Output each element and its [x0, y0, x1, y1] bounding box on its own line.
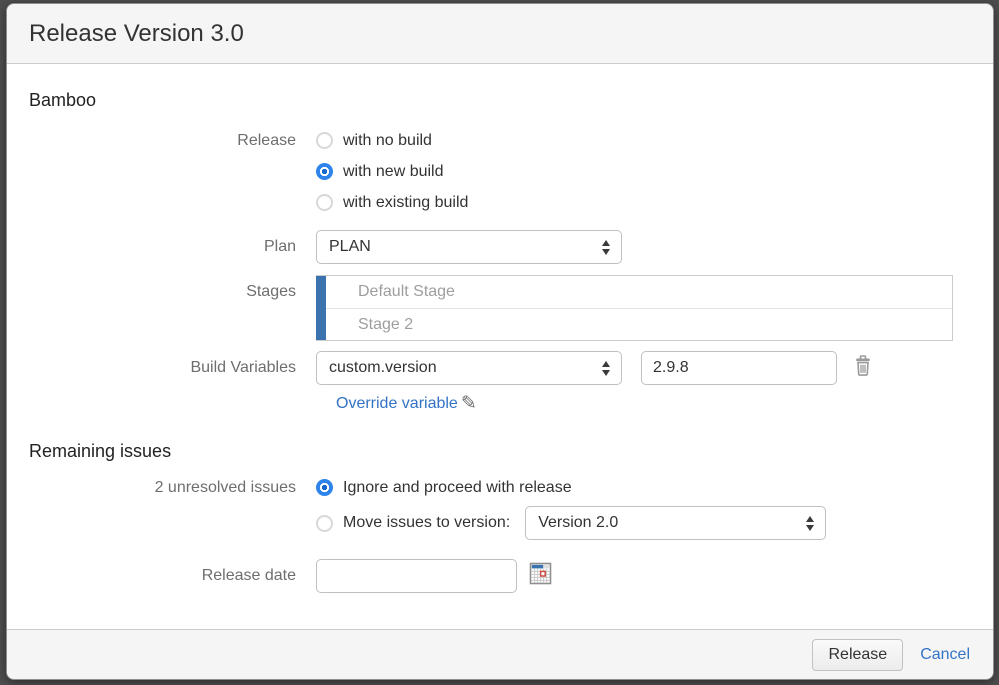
radio-checked-icon[interactable] — [316, 479, 333, 496]
trash-icon — [852, 354, 874, 378]
variable-name-value: custom.version — [329, 359, 437, 377]
remaining-issues-heading: Remaining issues — [29, 441, 993, 462]
dialog-title: Release Version 3.0 — [29, 20, 244, 48]
pencil-icon: ✎ — [461, 394, 477, 413]
chevron-up-down-icon — [602, 361, 610, 376]
radio-icon[interactable] — [316, 132, 333, 149]
radio-checked-icon[interactable] — [316, 163, 333, 180]
stage-progress-bar — [316, 276, 326, 340]
stages-label: Stages — [7, 275, 316, 308]
release-date-row: Release date — [7, 559, 993, 593]
release-version-dialog: Release Version 3.0 Bamboo Release with … — [6, 3, 994, 680]
release-type-row: Release with no build with new build wit… — [7, 125, 993, 218]
plan-select[interactable]: PLAN — [316, 230, 622, 264]
stage-row-default: Default Stage — [326, 276, 952, 308]
bamboo-section-heading: Bamboo — [29, 90, 993, 111]
override-variable-row: Override variable ✎ — [7, 394, 993, 413]
unresolved-issues-row: 2 unresolved issues Ignore and proceed w… — [7, 472, 993, 543]
radio-label: with existing build — [343, 194, 468, 212]
plan-label: Plan — [7, 230, 316, 264]
calendar-icon — [529, 562, 552, 585]
unresolved-options: Ignore and proceed with release Move iss… — [316, 472, 826, 543]
override-variable-link[interactable]: Override variable — [336, 395, 458, 413]
unresolved-issues-label: 2 unresolved issues — [7, 472, 316, 503]
plan-row: Plan PLAN — [7, 230, 993, 264]
release-date-label: Release date — [7, 559, 316, 593]
dialog-body: Bamboo Release with no build with new bu… — [7, 64, 993, 629]
radio-with-new-build[interactable]: with new build — [316, 156, 468, 187]
build-variables-row: Build Variables custom.version — [7, 351, 993, 385]
radio-label: with no build — [343, 132, 432, 150]
variable-value-input[interactable] — [641, 351, 837, 385]
release-type-options: with no build with new build with existi… — [316, 125, 468, 218]
chevron-up-down-icon — [602, 240, 610, 255]
calendar-picker-button[interactable] — [529, 562, 552, 590]
stage-rows: Default Stage Stage 2 — [326, 276, 952, 340]
radio-label: with new build — [343, 163, 444, 181]
release-date-input[interactable] — [316, 559, 517, 593]
release-button[interactable]: Release — [812, 639, 903, 671]
radio-move-issues-row: Move issues to version: Version 2.0 — [316, 503, 826, 543]
radio-label: Move issues to version: — [343, 514, 510, 532]
radio-label: Ignore and proceed with release — [343, 479, 572, 497]
cancel-link[interactable]: Cancel — [920, 646, 970, 664]
variable-name-select[interactable]: custom.version — [316, 351, 622, 385]
radio-move-issues[interactable] — [316, 515, 333, 532]
plan-select-value: PLAN — [329, 238, 371, 256]
dialog-header: Release Version 3.0 — [7, 4, 993, 64]
delete-variable-button[interactable] — [852, 354, 874, 383]
build-variables-label: Build Variables — [7, 351, 316, 385]
chevron-up-down-icon — [806, 516, 814, 531]
stage-row-2: Stage 2 — [326, 308, 952, 340]
stage-list: Default Stage Stage 2 — [316, 275, 953, 341]
dialog-footer: Release Cancel — [7, 629, 993, 679]
radio-with-no-build[interactable]: with no build — [316, 125, 468, 156]
move-version-select[interactable]: Version 2.0 — [525, 506, 826, 540]
move-version-value: Version 2.0 — [538, 514, 618, 532]
stages-row: Stages Default Stage Stage 2 — [7, 275, 993, 341]
radio-icon[interactable] — [316, 194, 333, 211]
release-type-label: Release — [7, 125, 316, 156]
radio-with-existing-build[interactable]: with existing build — [316, 187, 468, 218]
radio-ignore-and-proceed[interactable]: Ignore and proceed with release — [316, 472, 826, 503]
